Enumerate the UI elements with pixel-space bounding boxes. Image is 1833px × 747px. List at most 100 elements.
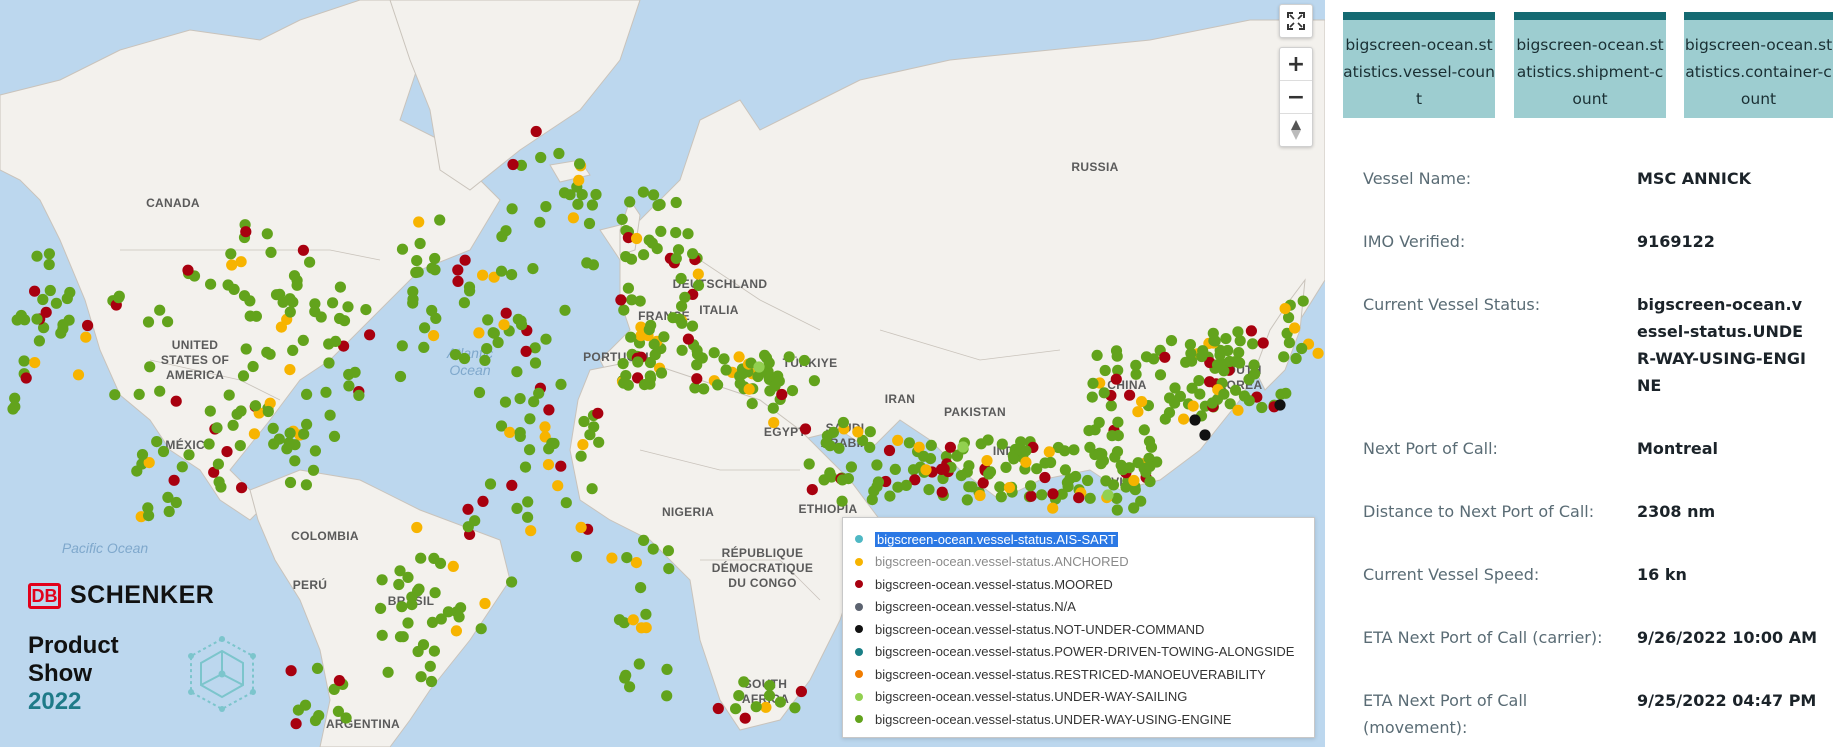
vessel-marker[interactable]	[1073, 492, 1085, 504]
vessel-marker[interactable]	[20, 372, 32, 384]
vessel-marker[interactable]	[750, 701, 762, 713]
vessel-marker[interactable]	[907, 464, 920, 476]
vessel-marker[interactable]	[234, 440, 246, 452]
vessel-marker[interactable]	[638, 249, 650, 261]
vessel-marker[interactable]	[376, 574, 388, 586]
vessel-marker[interactable]	[512, 313, 524, 325]
vessel-marker[interactable]	[1247, 338, 1259, 350]
vessel-marker[interactable]	[511, 366, 523, 378]
vessel-marker[interactable]	[154, 304, 166, 316]
vessel-marker[interactable]	[625, 253, 638, 265]
vessel-marker[interactable]	[1169, 382, 1181, 394]
vessel-marker[interactable]	[1243, 395, 1255, 407]
vessel-marker[interactable]	[1297, 295, 1309, 307]
vessel-marker[interactable]	[567, 212, 580, 224]
vessel-marker[interactable]	[588, 421, 600, 433]
vessel-marker[interactable]	[424, 660, 436, 672]
vessel-marker[interactable]	[763, 690, 776, 702]
vessel-marker[interactable]	[292, 704, 304, 716]
vessel-marker[interactable]	[626, 294, 638, 306]
vessel-marker[interactable]	[555, 460, 567, 472]
vessel-marker[interactable]	[842, 473, 855, 485]
vessel-marker[interactable]	[163, 505, 175, 518]
vessel-marker[interactable]	[767, 402, 779, 414]
vessel-marker[interactable]	[593, 436, 605, 448]
vessel-marker[interactable]	[1159, 351, 1171, 363]
vessel-marker[interactable]	[82, 319, 94, 332]
vessel-marker[interactable]	[733, 351, 745, 363]
vessel-marker[interactable]	[1159, 413, 1171, 425]
stat-tile-vessel-count[interactable]: bigscreen-ocean.statistics.vessel-count	[1343, 12, 1495, 118]
vessel-marker[interactable]	[309, 306, 321, 318]
vessel-marker[interactable]	[615, 294, 627, 306]
vessel-marker[interactable]	[215, 481, 227, 493]
vessel-marker[interactable]	[413, 583, 425, 595]
vessel-marker[interactable]	[284, 293, 296, 305]
vessel-marker[interactable]	[570, 551, 583, 563]
vessel-marker[interactable]	[162, 491, 174, 503]
vessel-marker[interactable]	[798, 354, 811, 367]
vessel-marker[interactable]	[227, 419, 239, 431]
vessel-marker[interactable]	[283, 437, 295, 449]
vessel-marker[interactable]	[413, 216, 425, 228]
vessel-marker[interactable]	[154, 385, 166, 397]
vessel-marker[interactable]	[394, 370, 407, 383]
vessel-marker[interactable]	[475, 623, 487, 635]
vessel-marker[interactable]	[43, 258, 55, 271]
vessel-marker[interactable]	[72, 369, 85, 381]
vessel-marker[interactable]	[763, 357, 775, 369]
vessel-marker[interactable]	[221, 446, 233, 458]
vessel-marker[interactable]	[687, 248, 699, 260]
vessel-marker[interactable]	[539, 421, 551, 433]
legend-item[interactable]: bigscreen-ocean.vessel-status.UNDER-WAY-…	[843, 686, 1314, 709]
vessel-marker[interactable]	[852, 426, 864, 438]
vessel-marker[interactable]	[261, 346, 273, 358]
vessel-marker[interactable]	[630, 557, 643, 569]
vessel-marker[interactable]	[872, 476, 885, 488]
vessel-marker[interactable]	[429, 252, 441, 265]
vessel-marker[interactable]	[1214, 349, 1226, 361]
vessel-marker[interactable]	[635, 582, 647, 594]
vessel-marker[interactable]	[1036, 489, 1048, 501]
vessel-marker[interactable]	[506, 479, 518, 491]
vessel-marker[interactable]	[415, 552, 427, 564]
vessel-marker[interactable]	[676, 317, 688, 329]
vessel-marker[interactable]	[162, 316, 174, 328]
vessel-marker[interactable]	[1194, 388, 1206, 400]
vessel-marker[interactable]	[402, 617, 414, 629]
vessel-marker[interactable]	[1110, 373, 1122, 385]
vessel-marker[interactable]	[528, 396, 540, 408]
vessel-marker[interactable]	[333, 675, 345, 687]
legend-item[interactable]: bigscreen-ocean.vessel-status.ANCHORED	[843, 551, 1314, 574]
vessel-marker[interactable]	[311, 662, 324, 675]
vessel-marker[interactable]	[136, 449, 149, 461]
vessel-marker[interactable]	[1278, 351, 1290, 363]
vessel-marker[interactable]	[396, 243, 409, 255]
vessel-marker[interactable]	[426, 616, 439, 629]
vessel-marker[interactable]	[182, 264, 194, 276]
vessel-marker[interactable]	[1132, 406, 1144, 418]
vessel-marker[interactable]	[1091, 349, 1103, 361]
vessel-marker[interactable]	[1136, 396, 1148, 408]
legend-item[interactable]: bigscreen-ocean.vessel-status.AIS-SART	[843, 528, 1314, 551]
legend-item[interactable]: bigscreen-ocean.vessel-status.MOORED	[843, 573, 1314, 596]
vessel-marker[interactable]	[546, 437, 558, 449]
vessel-marker[interactable]	[429, 587, 441, 599]
legend-item[interactable]: bigscreen-ocean.vessel-status.NOT-UNDER-…	[843, 618, 1314, 641]
vessel-marker[interactable]	[284, 427, 296, 439]
vessel-marker[interactable]	[297, 334, 309, 346]
vessel-marker[interactable]	[504, 426, 516, 438]
vessel-marker[interactable]	[396, 601, 408, 613]
vessel-marker[interactable]	[573, 174, 585, 186]
vessel-marker[interactable]	[364, 329, 376, 341]
vessel-marker[interactable]	[300, 479, 312, 491]
vessel-marker[interactable]	[786, 385, 799, 397]
vessel-marker[interactable]	[1084, 492, 1096, 504]
vessel-marker[interactable]	[458, 297, 470, 309]
vessel-marker[interactable]	[658, 331, 670, 343]
vessel-marker[interactable]	[1093, 416, 1105, 429]
vessel-marker[interactable]	[495, 265, 508, 277]
vessel-marker[interactable]	[428, 552, 440, 565]
vessel-marker[interactable]	[274, 288, 286, 300]
vessel-marker[interactable]	[892, 434, 904, 446]
